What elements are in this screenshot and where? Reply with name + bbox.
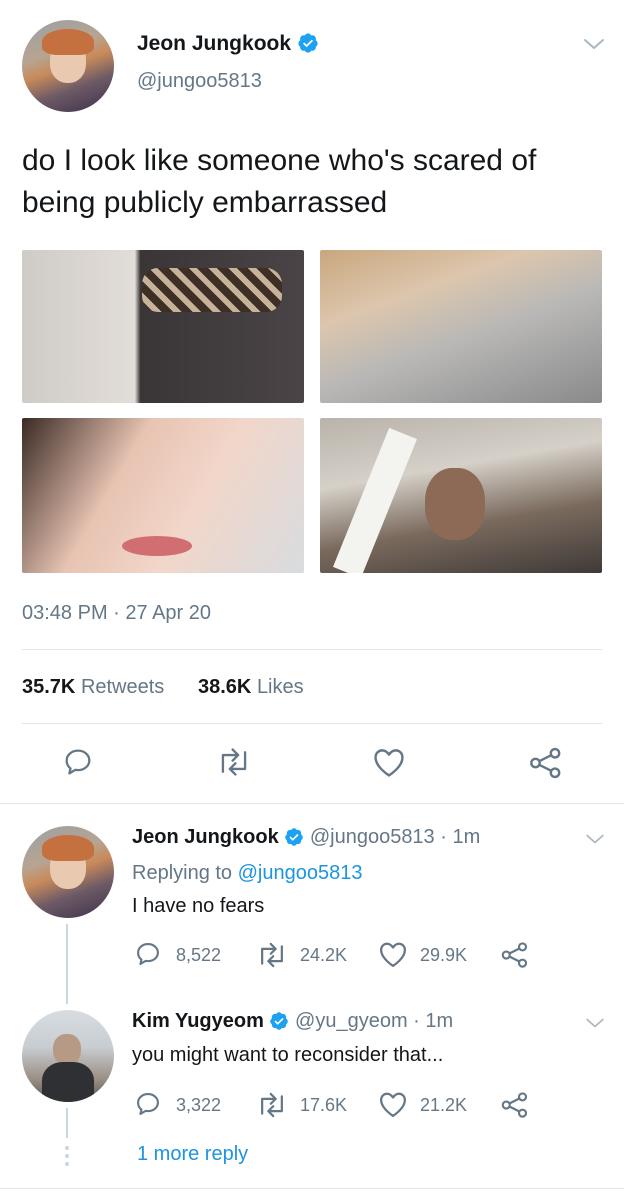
like-count: 29.9K	[420, 945, 468, 965]
replying-to-handle[interactable]: @jungoo5813	[238, 862, 363, 884]
thread-dot	[65, 1154, 69, 1158]
tweet-photo-3[interactable]	[22, 418, 304, 573]
reply-count: 8,522	[176, 945, 222, 965]
reply-author-handle[interactable]: @jungoo5813	[310, 826, 435, 848]
tweet-text-line-1: do I look like someone who's scared of	[22, 144, 537, 177]
chevron-down-icon[interactable]	[584, 832, 606, 846]
chevron-down-icon[interactable]	[582, 36, 606, 52]
share-icon[interactable]	[528, 746, 564, 780]
reply-avatar[interactable]	[22, 826, 114, 918]
tweet-text-line-2: being publicly embarrassed	[22, 186, 388, 219]
reply-author-handle[interactable]: @yu_gyeom	[295, 1010, 408, 1032]
like-icon[interactable]	[378, 1090, 408, 1118]
thread-line	[66, 1108, 68, 1138]
retweet-icon[interactable]	[256, 1091, 288, 1119]
reply-text: you might want to reconsider that...	[132, 1044, 444, 1066]
tweet-text: do I look like someone who's scared of b…	[22, 140, 612, 224]
reply-icon[interactable]	[62, 746, 94, 778]
retweet-count: 24.2K	[300, 945, 348, 965]
thread-line	[66, 924, 68, 1004]
replying-to-prefix: Replying to	[132, 862, 233, 884]
reply-icon[interactable]	[134, 940, 162, 968]
reply-header: Jeon Jungkook @jungoo5813 · 1m	[132, 826, 480, 849]
reply-text: I have no fears	[132, 895, 265, 917]
author-name-row[interactable]: Jeon Jungkook	[137, 32, 319, 56]
like-icon[interactable]	[372, 746, 406, 778]
retweet-count: 17.6K	[300, 1095, 348, 1115]
reply-header: Kim Yugyeom @yu_gyeom · 1m	[132, 1010, 453, 1033]
retweet-icon[interactable]	[216, 746, 252, 778]
tweet-timestamp[interactable]: 03:48 PM · 27 Apr 20	[22, 602, 211, 625]
reply-time: · 1m	[440, 826, 481, 848]
likes-stat[interactable]: 38.6K Likes	[198, 676, 304, 699]
like-count: 38.6K	[198, 676, 252, 698]
author-avatar[interactable]	[22, 20, 114, 112]
thread-dot	[65, 1162, 69, 1166]
retweet-label: Retweets	[80, 676, 165, 698]
thread-dot	[65, 1146, 69, 1150]
author-name[interactable]: Jeon Jungkook	[137, 32, 291, 55]
more-replies-link[interactable]: 1 more reply	[137, 1143, 248, 1166]
retweet-count: 35.7K	[22, 676, 76, 698]
share-icon[interactable]	[500, 941, 530, 969]
tweet-photo-2[interactable]	[320, 250, 602, 403]
tweet-photo-4[interactable]	[320, 418, 602, 573]
retweet-icon[interactable]	[256, 941, 288, 969]
section-divider	[0, 803, 624, 804]
reply-avatar[interactable]	[22, 1010, 114, 1102]
bottom-divider	[0, 1188, 624, 1189]
like-icon[interactable]	[378, 940, 408, 968]
tweet-photo-1[interactable]	[22, 250, 304, 403]
like-count: 21.2K	[420, 1095, 468, 1115]
reply-time: · 1m	[413, 1010, 454, 1032]
author-handle[interactable]: @jungoo5813	[137, 70, 262, 93]
retweets-stat[interactable]: 35.7K Retweets	[22, 676, 164, 699]
share-icon[interactable]	[500, 1091, 530, 1119]
replying-to: Replying to @jungoo5813	[132, 862, 362, 885]
divider	[22, 723, 602, 724]
chevron-down-icon[interactable]	[584, 1016, 606, 1030]
verified-icon	[269, 1011, 289, 1031]
verified-icon	[284, 827, 304, 847]
divider	[22, 649, 602, 650]
reply-author-name[interactable]: Jeon Jungkook	[132, 826, 279, 848]
reply-count: 3,322	[176, 1095, 222, 1115]
like-label: Likes	[256, 676, 304, 698]
reply-author-name[interactable]: Kim Yugyeom	[132, 1010, 264, 1032]
verified-icon	[297, 32, 319, 54]
reply-icon[interactable]	[134, 1090, 162, 1118]
